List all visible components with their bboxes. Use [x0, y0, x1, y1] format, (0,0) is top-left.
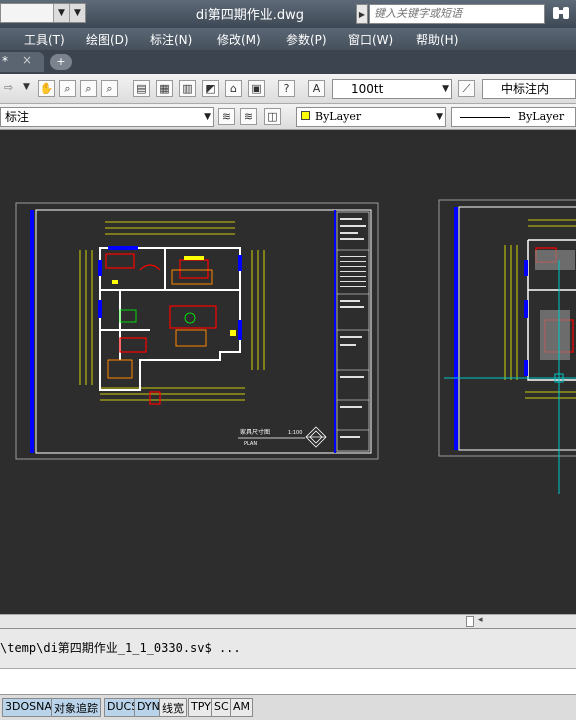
tab-label: * [2, 54, 8, 68]
linetype-select[interactable]: ByLayer [451, 107, 576, 127]
color-select[interactable]: ByLayer ▼ [296, 107, 446, 127]
layer-states-icon[interactable]: ◫ [264, 108, 281, 125]
zoom-realtime-icon[interactable]: ⌕ [59, 80, 76, 97]
color-value: ByLayer [315, 110, 362, 123]
layer-match-icon[interactable]: ≋ [218, 108, 235, 125]
binoculars-icon[interactable] [550, 4, 572, 24]
horizontal-scrollbar[interactable]: ◂ [0, 614, 576, 628]
dimension-style-value: 中标注内 [501, 82, 550, 96]
title-bar: ▼ ▼ di第四期作业.dwg ▶ [0, 0, 576, 28]
layout-sheet-1: 家具尺寸图 1:100 PLAN [15, 202, 379, 460]
workspace-combo[interactable]: ▼ ▼ [0, 3, 86, 23]
status-am[interactable]: AM [230, 698, 254, 717]
status-tpy[interactable]: TPY [188, 698, 214, 717]
plan-title-text: 家具尺寸图 [240, 428, 270, 436]
menu-window[interactable]: 窗口(W) [348, 31, 393, 48]
north-arrow-icon [305, 426, 327, 448]
text-style-select[interactable]: 100tt ▼ [332, 79, 452, 99]
status-object-tracking[interactable]: 对象追踪 [51, 698, 101, 717]
linetype-sample [460, 116, 510, 118]
markup-icon[interactable]: ⌂ [225, 80, 242, 97]
tool-palettes-icon[interactable]: ▥ [179, 80, 196, 97]
dimension-style-icon[interactable]: ⟋ [458, 80, 475, 97]
menu-dimension[interactable]: 标注(N) [150, 31, 192, 48]
menu-parametric[interactable]: 参数(P) [286, 31, 327, 48]
redo-arrow-icon[interactable]: ⇨ [0, 80, 17, 97]
status-bar: 3DOSNAP 对象追踪 DUCS DYN 线宽 TPY SC AM [0, 694, 576, 720]
play-icon[interactable]: ▶ [356, 4, 368, 24]
command-history: \temp\di第四期作业_1_1_0330.sv$ ... [0, 628, 576, 668]
search-input[interactable] [369, 4, 545, 24]
menu-bar: 工具(T) 绘图(D) 标注(N) 修改(M) 参数(P) 窗口(W) 帮助(H… [0, 28, 576, 50]
standard-toolbar: ⇨ ▼ ✋ ⌕ ⌕ ⌕ ▤ ▦ ▥ ◩ ⌂ ▣ ? A 100tt ▼ ⟋ 中标… [0, 74, 576, 104]
layer-previous-icon[interactable]: ≋ [240, 108, 257, 125]
design-center-icon[interactable]: ▦ [156, 80, 173, 97]
chevron-down-icon: ▼ [436, 112, 443, 122]
help-icon[interactable]: ? [278, 80, 295, 97]
dimension-style-select[interactable]: 中标注内 [482, 79, 576, 99]
new-tab-button[interactable]: + [50, 54, 72, 70]
status-sc[interactable]: SC [211, 698, 232, 717]
document-tab-bar: * × + [0, 50, 576, 74]
color-swatch [301, 111, 310, 120]
crosshair-cursor [444, 260, 576, 494]
command-input[interactable] [0, 668, 576, 694]
plan-subtitle: PLAN [244, 441, 257, 447]
document-title: di第四期作业.dwg [195, 8, 305, 23]
chevron-down-icon[interactable]: ▼ [18, 80, 35, 97]
chevron-down-icon: ▼ [204, 112, 211, 122]
layout-sheet-2 [438, 199, 576, 457]
menu-tools[interactable]: 工具(T) [24, 31, 65, 48]
scrollbar-thumb[interactable] [466, 616, 474, 627]
text-style-icon[interactable]: A [308, 80, 325, 97]
menu-help[interactable]: 帮助(H) [416, 31, 458, 48]
zoom-previous-icon[interactable]: ⌕ [101, 80, 118, 97]
chevron-down-icon[interactable]: ▼ [53, 4, 69, 22]
calculator-icon[interactable]: ▣ [248, 80, 265, 97]
properties-icon[interactable]: ▤ [133, 80, 150, 97]
layer-value: 标注 [5, 110, 30, 124]
model-space-svg: 家具尺寸图 1:100 PLAN [15, 199, 576, 494]
menu-draw[interactable]: 绘图(D) [86, 31, 129, 48]
drawing-canvas[interactable]: 家具尺寸图 1:100 PLAN [0, 130, 576, 614]
text-style-value: 100tt [351, 82, 384, 96]
plan-scale-text: 1:100 [288, 430, 302, 436]
floor-plan: 家具尺寸图 1:100 PLAN [79, 221, 327, 448]
layer-select[interactable]: 标注 ▼ [0, 107, 214, 127]
command-history-text: \temp\di第四期作业_1_1_0330.sv$ ... [0, 641, 241, 655]
title-block [336, 211, 370, 452]
zoom-window-icon[interactable]: ⌕ [80, 80, 97, 97]
customize-dropdown-icon[interactable]: ▼ [69, 4, 85, 22]
status-lineweight[interactable]: 线宽 [159, 698, 187, 717]
linetype-value: ByLayer [518, 110, 565, 123]
scroll-left-icon[interactable]: ◂ [478, 615, 483, 625]
menu-modify[interactable]: 修改(M) [217, 31, 261, 48]
layers-toolbar: 标注 ▼ ≋ ≋ ◫ ByLayer ▼ ByLayer [0, 104, 576, 130]
pan-icon[interactable]: ✋ [38, 80, 55, 97]
close-icon[interactable]: × [22, 53, 32, 67]
sheet-set-icon[interactable]: ◩ [202, 80, 219, 97]
plan-title: 家具尺寸图 1:100 PLAN [238, 426, 327, 448]
chevron-down-icon: ▼ [442, 84, 449, 94]
